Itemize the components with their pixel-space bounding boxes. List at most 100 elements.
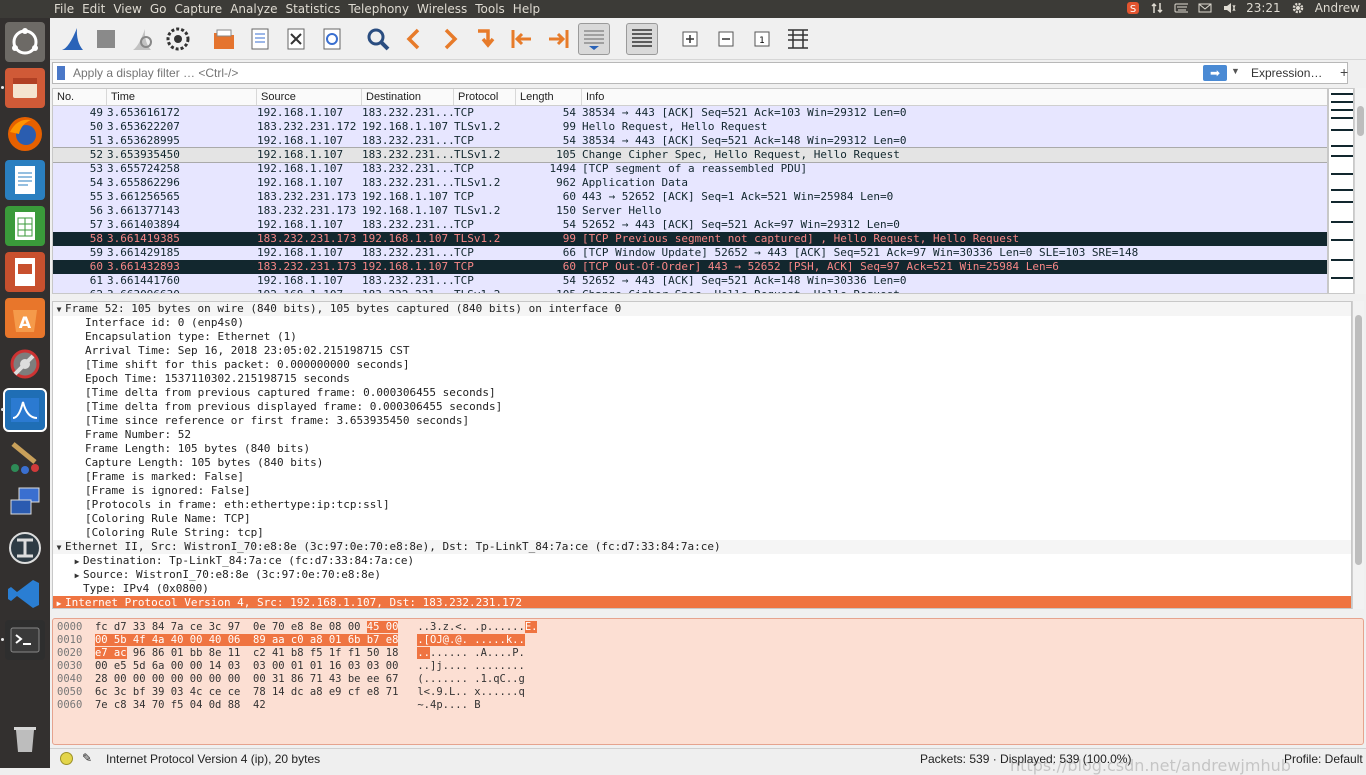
go-to-packet-icon[interactable]	[470, 23, 502, 55]
tree-frame-field[interactable]: Epoch Time: 1537110302.215198715 seconds	[53, 372, 1351, 386]
tree-frame-field[interactable]: [Frame is ignored: False]	[53, 484, 1351, 498]
hex-dump-line[interactable]: 0020 e7 ac 96 86 01 bb 8e 11 c2 41 b8 f5…	[57, 647, 525, 660]
tree-frame-field[interactable]: [Time delta from previous displayed fram…	[53, 400, 1351, 414]
tree-eth-destination[interactable]: ▶ Destination: Tp-LinkT_84:7a:ce (fc:d7:3…	[53, 554, 1351, 568]
table-row[interactable]: 59 3.661429185 192.168.1.107 183.232.231...…	[53, 246, 1327, 260]
table-row[interactable]: 54 3.655862296 192.168.1.107 183.232.231...…	[53, 176, 1327, 190]
details-scrollbar[interactable]	[1352, 301, 1364, 609]
tree-frame-field[interactable]: [Coloring Rule Name: TCP]	[53, 512, 1351, 526]
trash-icon[interactable]	[5, 718, 45, 758]
tree-frame-field[interactable]: Arrival Time: Sep 16, 2018 23:05:02.2151…	[53, 344, 1351, 358]
menu-analyze[interactable]: Analyze	[230, 2, 285, 16]
hex-dump-line[interactable]: 0060 7e c8 34 70 f5 04 0d 88 42 ~.4p....…	[57, 699, 481, 712]
tree-frame-field[interactable]: [Coloring Rule String: tcp]	[53, 526, 1351, 540]
tree-frame-field[interactable]: Capture Length: 105 bytes (840 bits)	[53, 456, 1351, 470]
column-header-info[interactable]: Info	[582, 89, 1327, 105]
menu-capture[interactable]: Capture	[174, 2, 230, 16]
tree-frame-field[interactable]: Encapsulation type: Ethernet (1)	[53, 330, 1351, 344]
auto-scroll-icon[interactable]	[578, 23, 610, 55]
scrollbar-thumb[interactable]	[1355, 315, 1362, 565]
libreoffice-impress-icon[interactable]	[5, 252, 45, 292]
capture-comment-icon[interactable]: ✎	[82, 751, 92, 765]
collapsed-arrow-icon[interactable]: ▶	[71, 555, 83, 569]
reload-file-icon[interactable]	[316, 23, 348, 55]
volume-icon[interactable]	[1222, 1, 1236, 15]
tree-eth-source[interactable]: ▶ Source: WistronI_70:e8:8e (3c:97:0e:70:…	[53, 568, 1351, 582]
input-method-icon[interactable]: S	[1126, 1, 1140, 15]
menu-edit[interactable]: Edit	[82, 2, 113, 16]
dash-home-icon[interactable]	[5, 22, 45, 62]
table-row[interactable]: 623.663096630192.168.1.107183.232.231...…	[53, 288, 1327, 293]
column-header-length[interactable]: Length	[516, 89, 582, 105]
first-packet-icon[interactable]	[506, 23, 538, 55]
wireshark-icon[interactable]	[3, 388, 47, 432]
tree-frame-field[interactable]: Frame Length: 105 bytes (840 bits)	[53, 442, 1351, 456]
packet-minimap[interactable]	[1328, 88, 1354, 294]
colorize-icon[interactable]	[626, 23, 658, 55]
menu-file[interactable]: File	[54, 2, 82, 16]
find-packet-icon[interactable]	[362, 23, 394, 55]
tree-frame-field[interactable]: [Time shift for this packet: 0.000000000…	[53, 358, 1351, 372]
open-file-icon[interactable]	[208, 23, 240, 55]
table-row[interactable]: 60 3.661432893 183.232.231.173 192.168.1.10…	[53, 260, 1327, 274]
hex-dump-line[interactable]: 0050 6c 3c bf 39 03 4c ce ce 78 14 dc a8…	[57, 686, 525, 699]
tree-ethernet[interactable]: ▼ Ethernet II, Src: WistronI_70:e8:8e (3c…	[53, 540, 1351, 554]
collapsed-arrow-icon[interactable]: ▶	[71, 569, 83, 583]
keyboard-icon[interactable]	[1174, 1, 1189, 15]
vscode-icon[interactable]	[5, 574, 45, 614]
table-row[interactable]: 58 3.661419385 183.232.231.173 192.168.1.10…	[53, 232, 1327, 246]
settings-gear-icon[interactable]	[1291, 1, 1305, 15]
menu-help[interactable]: Help	[513, 2, 548, 16]
menu-telephony[interactable]: Telephony	[348, 2, 417, 16]
column-header-source[interactable]: Source	[257, 89, 362, 105]
restart-capture-icon[interactable]	[126, 23, 158, 55]
hex-dump-line[interactable]: 0000 fc d7 33 84 7a ce 3c 97 0e 70 e8 8e…	[57, 621, 538, 634]
table-row[interactable]: 56 3.661377143 183.232.231.173 192.168.1.10…	[53, 204, 1327, 218]
tree-ip-selected[interactable]: ▶ Internet Protocol Version 4, Src: 192.1…	[53, 596, 1351, 608]
packet-list-scrollbar[interactable]	[1354, 88, 1366, 294]
display-filter-input[interactable]	[73, 64, 1173, 82]
table-row[interactable]: 52 3.653935450 192.168.1.107 183.232.231...…	[53, 147, 1327, 163]
column-header-no[interactable]: No.	[53, 89, 107, 105]
close-file-icon[interactable]	[280, 23, 312, 55]
table-row[interactable]: 55 3.661256565 183.232.231.173 192.168.1.10…	[53, 190, 1327, 204]
remote-desktop-icon[interactable]	[5, 482, 45, 522]
tree-frame-field[interactable]: [Protocols in frame: eth:ethertype:ip:tc…	[53, 498, 1351, 512]
stop-capture-icon[interactable]	[90, 23, 122, 55]
menu-tools[interactable]: Tools	[475, 2, 513, 16]
table-row[interactable]: 49 3.653616172 192.168.1.107 183.232.231...…	[53, 106, 1327, 120]
clock[interactable]: 23:21	[1246, 1, 1281, 15]
go-back-icon[interactable]	[398, 23, 430, 55]
menu-go[interactable]: Go	[150, 2, 175, 16]
expression-button[interactable]: Expression…	[1251, 66, 1322, 80]
paint-icon[interactable]	[5, 436, 45, 476]
menu-view[interactable]: View	[113, 2, 149, 16]
pane-splitter[interactable]	[50, 610, 1366, 616]
network-tool-icon[interactable]	[5, 528, 45, 568]
libreoffice-calc-icon[interactable]	[5, 206, 45, 246]
terminal-icon[interactable]	[5, 620, 45, 660]
hex-dump-line[interactable]: 0010 00 5b 4f 4a 40 00 40 06 89 aa c0 a8…	[57, 634, 525, 647]
hex-dump-line[interactable]: 0030 00 e5 5d 6a 00 00 14 03 03 00 01 01…	[57, 660, 525, 673]
save-file-icon[interactable]	[244, 23, 276, 55]
zoom-out-icon[interactable]	[710, 23, 742, 55]
expanded-arrow-icon[interactable]: ▼	[53, 303, 65, 317]
add-filter-button[interactable]: +	[1340, 64, 1348, 80]
filter-history-dropdown-icon[interactable]: ▼	[1231, 66, 1240, 76]
bookmark-icon[interactable]	[57, 66, 65, 80]
tree-frame-field[interactable]: [Time delta from previous captured frame…	[53, 386, 1351, 400]
resize-columns-icon[interactable]	[782, 23, 814, 55]
column-header-protocol[interactable]: Protocol	[454, 89, 516, 105]
table-row[interactable]: 61 3.661441760 192.168.1.107 183.232.231...…	[53, 274, 1327, 288]
table-row[interactable]: 51 3.653628995 192.168.1.107 183.232.231...…	[53, 134, 1327, 148]
tree-frame-field[interactable]: Interface id: 0 (enp4s0)	[53, 316, 1351, 330]
column-header-destination[interactable]: Destination	[362, 89, 454, 105]
profile-indicator[interactable]: Profile: Default	[1284, 752, 1363, 766]
scrollbar-thumb[interactable]	[1357, 106, 1364, 136]
tree-frame-field[interactable]: Frame Number: 52	[53, 428, 1351, 442]
hex-dump-line[interactable]: 0040 28 00 00 00 00 00 00 00 00 31 86 71…	[57, 673, 525, 686]
tree-frame-field[interactable]: [Time since reference or first frame: 3.…	[53, 414, 1351, 428]
tree-frame-field[interactable]: [Frame is marked: False]	[53, 470, 1351, 484]
normal-size-icon[interactable]: 1	[746, 23, 778, 55]
network-icon[interactable]	[1150, 1, 1164, 15]
